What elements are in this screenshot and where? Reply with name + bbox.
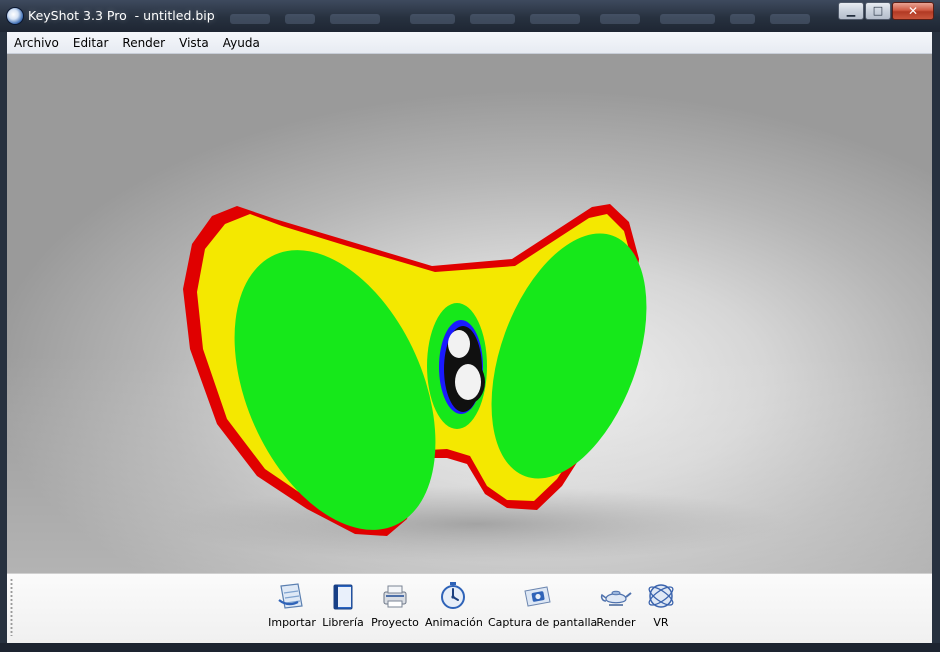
window-frame-bottom [0, 643, 940, 652]
keyshot-app-icon[interactable] [7, 8, 23, 24]
vr-icon [648, 584, 674, 608]
animation-button[interactable]: Animación [425, 580, 483, 629]
background-blur [530, 14, 580, 24]
maximize-icon: □ [872, 4, 884, 17]
background-blur [600, 14, 640, 24]
maximize-button[interactable]: □ [865, 2, 891, 20]
background-blur [230, 14, 270, 24]
caption-buttons: ▁ □ ✕ [837, 2, 934, 21]
project-button[interactable]: Proyecto [370, 580, 420, 629]
vr-button[interactable]: VR [645, 580, 677, 629]
import-label: Importar [268, 616, 316, 629]
model-shadow [167, 486, 787, 562]
menu-editar[interactable]: Editar [66, 33, 116, 53]
background-blur [330, 14, 380, 24]
minimize-icon: ▁ [846, 4, 856, 17]
close-icon: ✕ [907, 4, 919, 18]
menu-vista[interactable]: Vista [172, 33, 216, 53]
screenshot-label: Captura de pantalla [488, 616, 598, 629]
render-button[interactable]: Render [595, 580, 637, 629]
background-blur [660, 14, 715, 24]
render-viewport[interactable] [7, 54, 932, 573]
animation-label: Animación [425, 616, 483, 629]
background-blur [470, 14, 515, 24]
scene-model [7, 204, 932, 573]
menu-ayuda[interactable]: Ayuda [216, 33, 267, 53]
animation-icon [441, 582, 465, 609]
import-icon [278, 583, 303, 609]
library-label: Librería [322, 616, 364, 629]
vr-label: VR [653, 616, 669, 629]
background-blur [730, 14, 755, 24]
main-toolbar: Importar Librería Proyecto Animación Cap… [7, 573, 932, 643]
menu-bar: Archivo Editar Render Vista Ayuda [7, 32, 932, 54]
window-frame-right [932, 32, 940, 652]
render-label: Render [596, 616, 636, 629]
minimize-button[interactable]: ▁ [838, 2, 864, 20]
render-icon [600, 590, 632, 606]
window-title: KeyShot 3.3 Pro - untitled.bip [28, 8, 215, 23]
badge-lower-dot [455, 364, 481, 400]
project-label: Proyecto [371, 616, 419, 629]
window-frame-left [0, 32, 7, 652]
toolbar-grip[interactable] [10, 578, 13, 636]
menu-archivo[interactable]: Archivo [7, 33, 66, 53]
background-blur [770, 14, 810, 24]
library-icon [333, 584, 353, 610]
background-blur [285, 14, 315, 24]
import-button[interactable]: Importar [268, 580, 316, 629]
screenshot-icon [524, 586, 551, 607]
keyshot-window: KeyShot 3.3 Pro - untitled.bip ▁ □ ✕ Arc… [0, 0, 940, 652]
library-button[interactable]: Librería [321, 580, 365, 629]
screenshot-button[interactable]: Captura de pantalla [488, 580, 598, 629]
background-blur [410, 14, 455, 24]
badge-upper-dot [448, 330, 470, 358]
close-button[interactable]: ✕ [892, 2, 934, 20]
project-icon [383, 585, 407, 608]
menu-render[interactable]: Render [115, 33, 172, 53]
title-bar[interactable]: KeyShot 3.3 Pro - untitled.bip ▁ □ ✕ [0, 0, 940, 32]
